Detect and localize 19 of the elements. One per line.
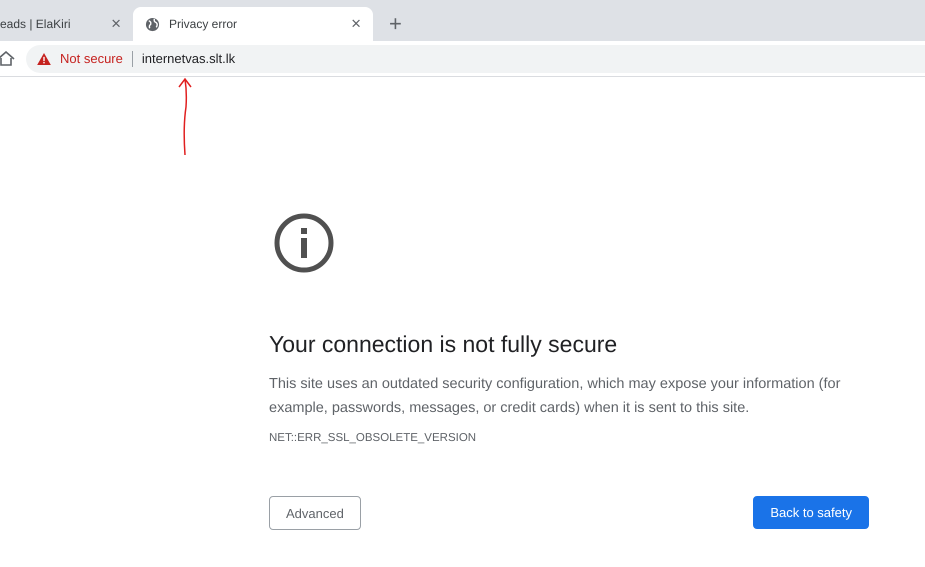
home-icon[interactable] xyxy=(0,50,16,66)
globe-icon xyxy=(145,16,160,32)
tab-title: eads | ElaKiri xyxy=(0,17,72,31)
error-heading: Your connection is not fully secure xyxy=(269,331,618,358)
warning-icon xyxy=(37,52,51,64)
address-bar[interactable]: Not secure internetvas.slt.lk xyxy=(26,44,925,72)
error-code: NET::ERR_SSL_OBSOLETE_VERSION xyxy=(269,432,478,444)
browser-tab[interactable]: Privacy error × xyxy=(133,7,373,41)
new-tab-button[interactable]: + xyxy=(385,11,406,37)
tab-title: Privacy error xyxy=(169,17,238,31)
url-text: internetvas.slt.lk xyxy=(142,51,236,66)
close-tab-button[interactable]: × xyxy=(347,14,365,34)
error-message: This site uses an outdated security configuration, which may expose your information (for example, passwords, messages, or credit cards) when it is sent to this site. xyxy=(269,375,842,418)
info-icon xyxy=(274,213,334,273)
back-to-safety-button[interactable]: Back to safety xyxy=(753,496,869,529)
security-label[interactable]: Not secure xyxy=(60,51,123,66)
close-tab-button[interactable]: × xyxy=(107,14,125,34)
advanced-button[interactable]: Advanced xyxy=(269,496,361,530)
browser-tab[interactable]: eads | ElaKiri × xyxy=(0,7,133,41)
